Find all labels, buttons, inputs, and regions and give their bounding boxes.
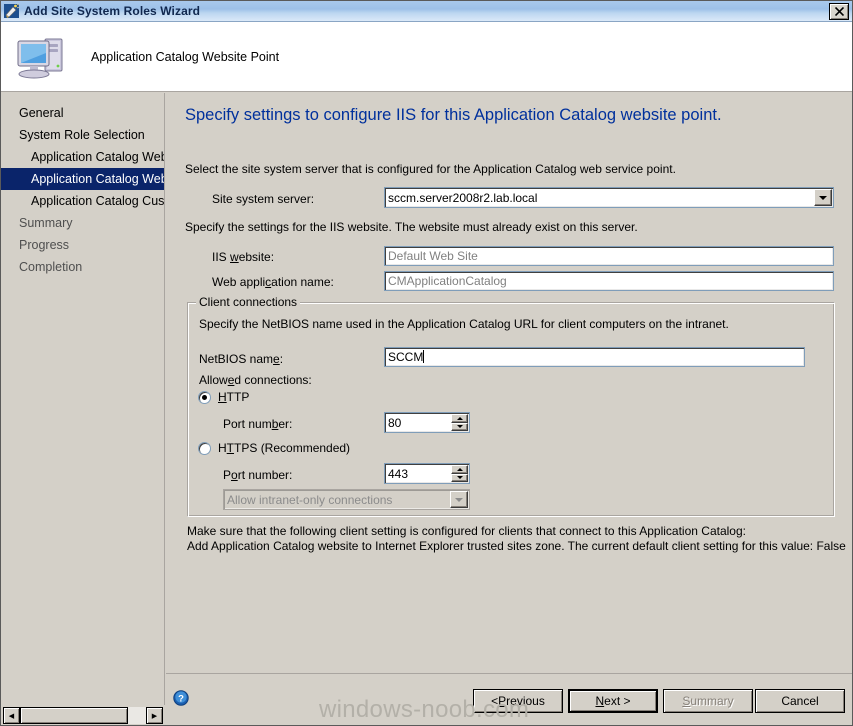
site-system-server-value: sccm.server2008r2.lab.local	[388, 191, 538, 205]
netbios-description: Specify the NetBIOS name used in the App…	[199, 317, 729, 331]
iis-website-input[interactable]: Default Web Site	[384, 246, 834, 266]
page-title: Specify settings to configure IIS for th…	[185, 106, 722, 124]
chevron-up-icon[interactable]	[451, 465, 468, 474]
https-port-label: Port number:	[223, 468, 293, 482]
intranet-connections-combo[interactable]: Allow intranet-only connections	[223, 489, 470, 510]
iis-website-label: IIS website:	[212, 250, 275, 264]
next-button[interactable]: Next >	[568, 689, 658, 713]
nav-item-system-role-selection[interactable]: System Role Selection	[1, 124, 164, 146]
scroll-thumb[interactable]	[20, 707, 128, 724]
header-title: Application Catalog Website Point	[91, 49, 280, 64]
svg-text:?: ?	[178, 694, 184, 705]
nav-item-app-catalog-web-service[interactable]: Application Catalog Web Se	[1, 146, 164, 168]
wizard-window: Add Site System Roles Wizard Application…	[0, 0, 853, 726]
web-application-name-label: Web application name:	[212, 275, 334, 289]
https-port-value: 443	[388, 467, 409, 481]
help-icon[interactable]: ?	[173, 690, 189, 706]
wizard-wand-icon	[4, 3, 20, 19]
wizard-page-content: Specify settings to configure IIS for th…	[166, 93, 852, 673]
wizard-button-bar: ? < Previous Next > Summary Cancel	[166, 673, 852, 725]
http-port-label: Port number:	[223, 417, 293, 431]
http-port-spin-buttons[interactable]	[451, 414, 468, 431]
nav-item-summary[interactable]: Summary	[1, 212, 164, 234]
wizard-step-nav: General System Role Selection Applicatio…	[1, 93, 165, 705]
scroll-left-button[interactable]: ◀	[3, 707, 20, 724]
https-radio[interactable]	[198, 441, 211, 455]
site-system-server-combo[interactable]: sccm.server2008r2.lab.local	[384, 187, 834, 208]
chevron-down-icon[interactable]	[814, 189, 832, 206]
https-radio-row[interactable]: HTTPS (Recommended)	[198, 441, 350, 455]
chevron-down-icon[interactable]	[451, 473, 468, 482]
site-system-server-label: Site system server:	[212, 192, 315, 206]
server-description: Select the site system server that is co…	[185, 162, 676, 176]
previous-button[interactable]: < Previous	[473, 689, 563, 713]
nav-horizontal-scrollbar[interactable]: ◀ ▶	[3, 707, 163, 724]
computer-icon	[15, 33, 69, 81]
cancel-button[interactable]: Cancel	[755, 689, 845, 713]
wizard-header: Application Catalog Website Point	[1, 22, 852, 92]
close-button[interactable]	[829, 2, 849, 20]
nav-item-completion[interactable]: Completion	[1, 256, 164, 278]
http-port-value: 80	[388, 416, 402, 430]
web-application-name-input[interactable]: CMApplicationCatalog	[384, 271, 834, 291]
title-bar: Add Site System Roles Wizard	[1, 1, 852, 22]
scroll-right-button[interactable]: ▶	[146, 707, 163, 724]
iis-description: Specify the settings for the IIS website…	[185, 220, 638, 234]
client-setting-note-line2: Add Application Catalog website to Inter…	[187, 539, 846, 553]
http-radio[interactable]	[198, 390, 211, 404]
https-radio-label: HTTPS (Recommended)	[218, 441, 351, 455]
http-radio-label: HTTP	[218, 390, 250, 404]
window-title: Add Site System Roles Wizard	[24, 4, 201, 18]
http-port-stepper[interactable]: 80	[384, 412, 470, 433]
netbios-name-input[interactable]: SCCM	[384, 347, 805, 367]
chevron-down-icon[interactable]	[450, 491, 468, 508]
https-port-stepper[interactable]: 443	[384, 463, 470, 484]
nav-item-general[interactable]: General	[1, 102, 164, 124]
close-icon	[834, 6, 844, 16]
nav-item-progress[interactable]: Progress	[1, 234, 164, 256]
chevron-up-icon[interactable]	[451, 414, 468, 423]
nav-item-app-catalog-website[interactable]: Application Catalog Website	[1, 168, 164, 190]
scroll-track[interactable]	[20, 707, 146, 724]
allowed-connections-label: Allowed connections:	[199, 373, 312, 387]
text-caret	[423, 350, 425, 363]
client-setting-note-line1: Make sure that the following client sett…	[187, 524, 746, 538]
chevron-down-icon[interactable]	[451, 422, 468, 431]
summary-button[interactable]: Summary	[663, 689, 753, 713]
client-connections-group: Client connections	[187, 295, 835, 517]
http-radio-row[interactable]: HTTP	[198, 390, 249, 404]
https-port-spin-buttons[interactable]	[451, 465, 468, 482]
client-connections-title: Client connections	[196, 295, 301, 309]
netbios-name-label: NetBIOS name:	[199, 352, 284, 366]
nav-item-app-catalog-customization[interactable]: Application Catalog Customi	[1, 190, 164, 212]
intranet-connections-value: Allow intranet-only connections	[227, 493, 393, 507]
